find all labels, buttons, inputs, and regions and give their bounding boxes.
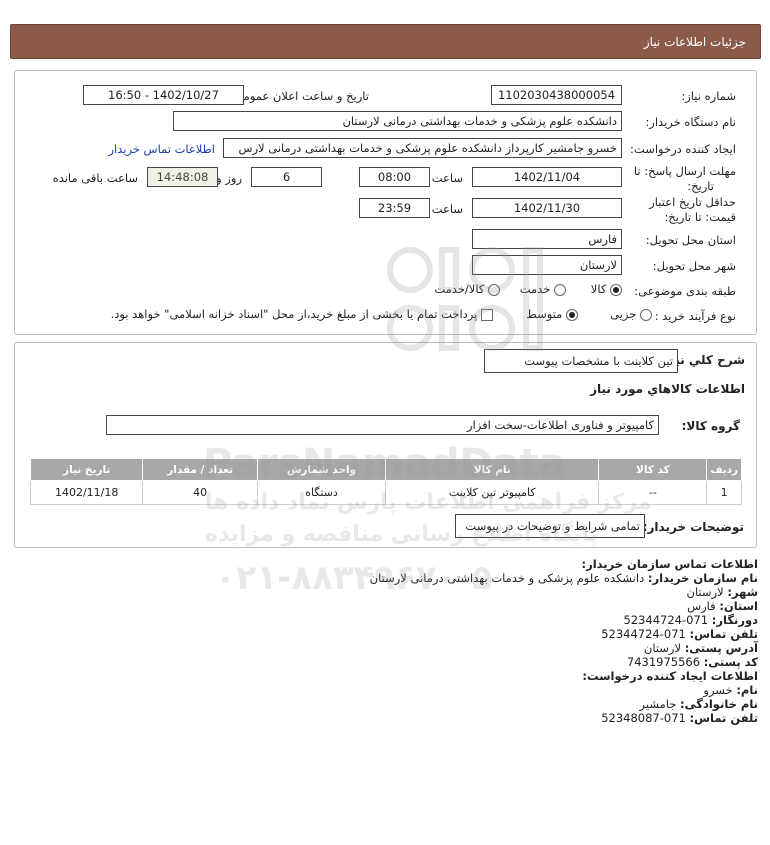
deadline-time-field[interactable]: 08:00: [359, 167, 430, 187]
col-row-header: ردیف: [706, 458, 742, 481]
cell-row: 1: [706, 480, 742, 505]
city-label: شهر محل تحویل:: [652, 259, 736, 273]
days-field[interactable]: 6: [251, 167, 322, 187]
summary-field[interactable]: تین کلاینت با مشخصات پیوست: [484, 349, 678, 373]
deadline-date-field[interactable]: 1402/11/04: [472, 167, 622, 187]
checkbox-icon[interactable]: [481, 308, 493, 321]
contact-address: آدرس پستی: لارستان: [643, 641, 758, 655]
contact-heading: اطلاعات تماس سازمان خریدار:: [581, 557, 758, 571]
col-name-header: نام کالا: [385, 458, 600, 481]
buyer-org-field[interactable]: دانشکده علوم پزشکی و خدمات بهداشتی درمان…: [173, 111, 622, 131]
process-option-medium[interactable]: متوسط: [526, 307, 578, 321]
col-unit-header: واحد شمارش: [256, 458, 387, 481]
cell-date: 1402/11/18: [29, 480, 144, 505]
radio-service-icon[interactable]: [554, 283, 566, 296]
need-number-field[interactable]: 1102030438000054: [491, 85, 622, 105]
province-label: استان محل تحویل:: [645, 233, 736, 247]
contact-city: شهر: لارستان: [686, 585, 758, 599]
col-qty-header: تعداد / مقدار: [142, 458, 258, 481]
announce-label: تاریخ و ساعت اعلان عمومی:: [230, 89, 369, 103]
cell-code: --: [598, 480, 708, 505]
process-label: نوع فرآیند خرید :: [654, 309, 736, 323]
creator-field[interactable]: خسرو جامشیر کارپرداز دانشکده علوم پزشکی …: [223, 138, 622, 158]
goods-info-heading: اطلاعات کالاهاي مورد نياز: [590, 382, 745, 396]
goods-table-header: ردیف کد کالا نام کالا واحد شمارش تعداد /…: [29, 458, 742, 481]
contact-phone: تلفن تماس: 071-52344724: [601, 627, 758, 641]
group-label: گروه کالا:: [681, 419, 740, 433]
need-info-panel: شماره نیاز: 1102030438000054 تاریخ و ساع…: [14, 70, 757, 335]
creator-label: ایجاد کننده درخواست:: [630, 142, 736, 156]
contact-postal: کد پستی: 7431975566: [626, 655, 758, 669]
contact-org: نام سازمان خریدار: دانشکده علوم پزشکی و …: [369, 571, 758, 585]
radio-both-icon[interactable]: [488, 283, 500, 296]
need-number-label: شماره نیاز:: [681, 89, 736, 103]
city-field[interactable]: لارستان: [472, 255, 622, 275]
contact-province: استان: فارس: [687, 599, 758, 613]
radio-minor-icon[interactable]: [640, 308, 652, 321]
category-option-goods[interactable]: کالا: [591, 282, 622, 296]
col-date-header: تاریخ نیاز: [29, 458, 144, 481]
creator-first-name: نام: خسرو: [703, 683, 758, 697]
announce-field[interactable]: 1402/10/27 - 16:50: [83, 85, 244, 105]
category-option-service[interactable]: خدمت: [520, 282, 566, 296]
category-option-both[interactable]: کالا/خدمت: [434, 282, 500, 296]
days-label: روز و: [216, 171, 242, 185]
buyer-notes-label: توضیحات خریدار:: [642, 520, 744, 534]
group-field[interactable]: کامپیوتر و فناوری اطلاعات-سخت افزار: [106, 415, 659, 435]
page-title: جزئیات اطلاعات نیاز: [643, 35, 746, 49]
validity-label: حداقل تاریخ اعتبار: [649, 195, 736, 209]
validity-time-label: ساعت: [431, 202, 463, 216]
page-title-bar: جزئیات اطلاعات نیاز: [10, 24, 761, 59]
goods-table: ردیف کد کالا نام کالا واحد شمارش تعداد /…: [29, 458, 742, 505]
buyer-notes-field[interactable]: تمامی شرایط و توضیحات در پیوست: [455, 514, 645, 538]
deadline-time-label: ساعت: [431, 171, 463, 185]
cell-qty: 40: [142, 480, 258, 505]
creator-last-name: نام خانوادگی: جامشیر: [639, 697, 758, 711]
table-row[interactable]: 1 -- کامپیوتر تین کلاینت دستگاه 40 1402/…: [29, 480, 742, 505]
province-field[interactable]: فارس: [472, 229, 622, 249]
cell-unit: دستگاه: [256, 480, 387, 505]
col-code-header: کد کالا: [598, 458, 708, 481]
payment-option[interactable]: پرداخت تمام یا بخشی از مبلغ خرید،از محل …: [111, 307, 493, 321]
process-option-minor[interactable]: جزیی: [610, 307, 652, 321]
radio-goods-icon[interactable]: [610, 283, 622, 296]
deadline-label: مهلت ارسال پاسخ: تا: [633, 164, 736, 178]
validity-time-field[interactable]: 23:59: [359, 198, 430, 218]
remaining-time-field: 14:48:08: [147, 167, 218, 187]
buyer-contact-link[interactable]: اطلاعات تماس خریدار: [108, 142, 215, 156]
creator-heading: اطلاعات ایجاد کننده درخواست:: [582, 669, 758, 683]
validity-label-2: قیمت: تا تاریخ:: [664, 210, 736, 224]
validity-date-field[interactable]: 1402/11/30: [472, 198, 622, 218]
remaining-label: ساعت باقی مانده: [52, 171, 138, 185]
contact-fax: دورنگار: 071-52344724: [623, 613, 758, 627]
cell-name: کامپیوتر تین کلاینت: [385, 480, 600, 505]
creator-phone: تلفن تماس: 071-52348087: [601, 711, 758, 725]
buyer-org-label: نام دستگاه خریدار:: [645, 115, 736, 129]
category-label: طبقه بندی موضوعی:: [634, 284, 736, 298]
radio-medium-icon[interactable]: [566, 308, 578, 321]
deadline-label-2: تاریخ:: [687, 179, 714, 193]
